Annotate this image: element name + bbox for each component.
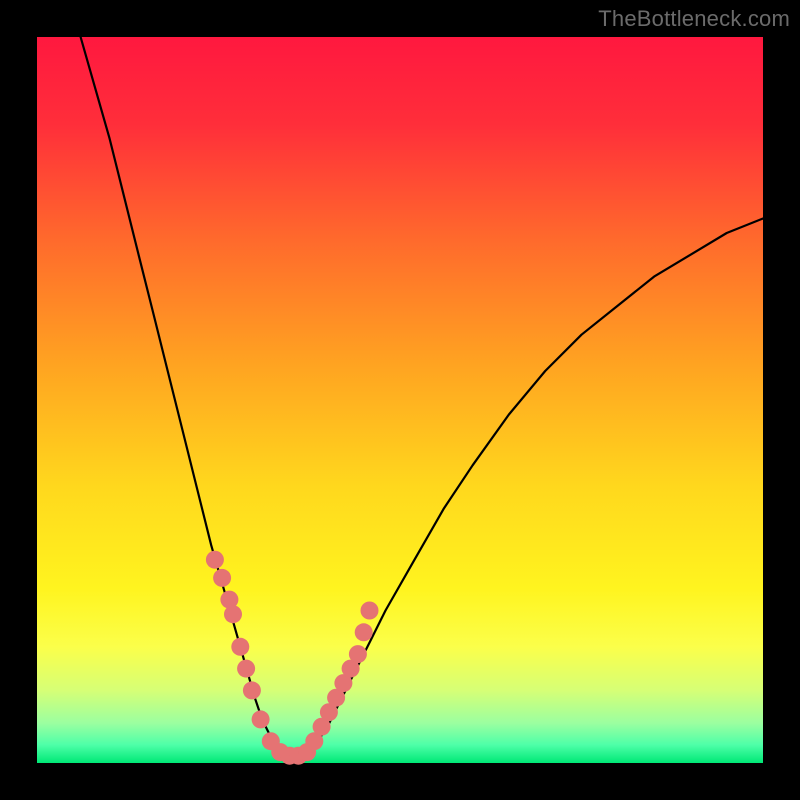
curve-marker <box>231 638 249 656</box>
curve-marker <box>243 681 261 699</box>
chart-frame: TheBottleneck.com <box>0 0 800 800</box>
curve-marker <box>349 645 367 663</box>
curve-marker <box>206 551 224 569</box>
bottleneck-chart <box>0 0 800 800</box>
curve-marker <box>237 660 255 678</box>
watermark-text: TheBottleneck.com <box>598 6 790 32</box>
curve-marker <box>361 602 379 620</box>
curve-marker <box>355 623 373 641</box>
curve-marker <box>224 605 242 623</box>
curve-marker <box>252 710 270 728</box>
plot-background <box>37 37 763 763</box>
curve-marker <box>213 569 231 587</box>
